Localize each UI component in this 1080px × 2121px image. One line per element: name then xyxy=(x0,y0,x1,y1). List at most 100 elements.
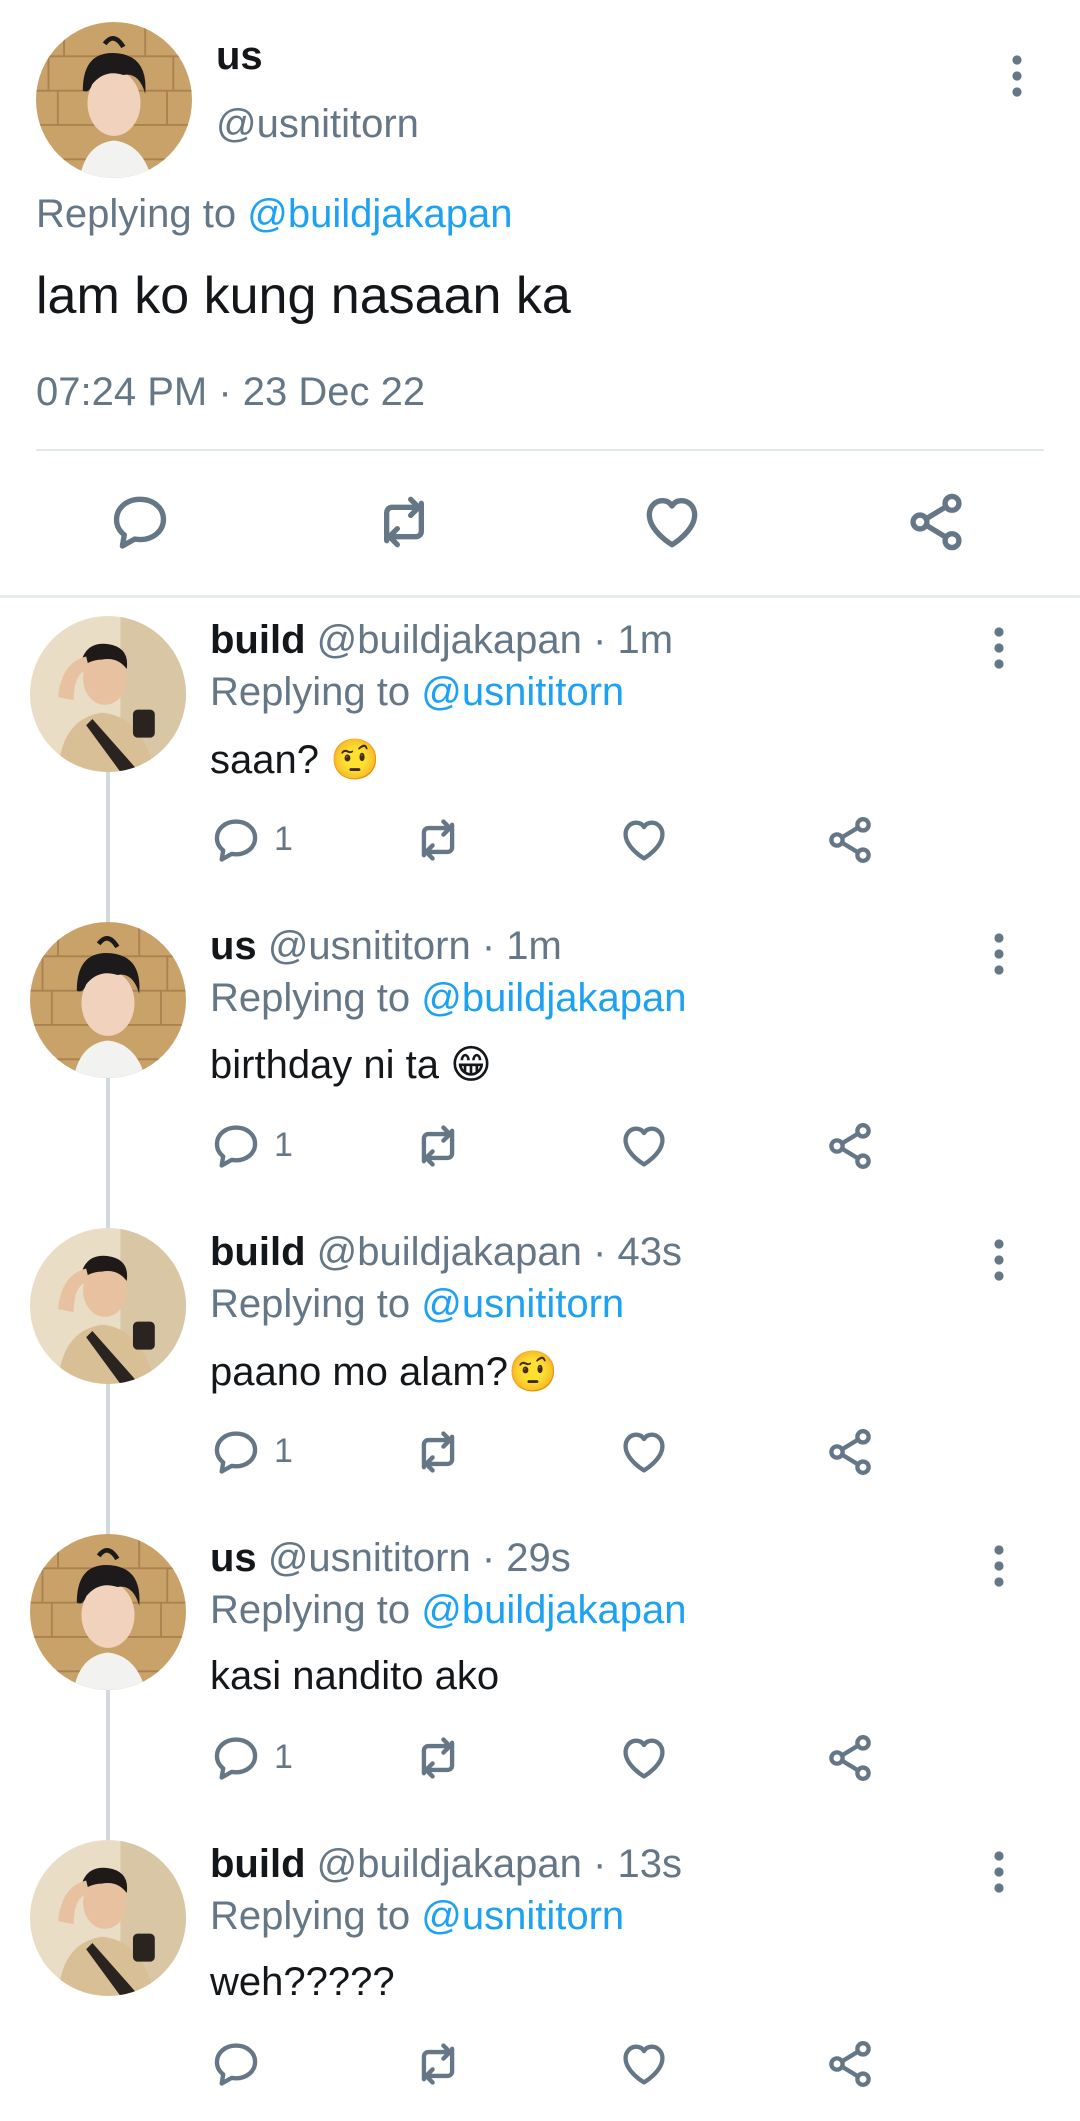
reply-count: 1 xyxy=(274,820,293,858)
author-name[interactable]: build xyxy=(210,1230,306,1274)
author-handle[interactable]: @buildjakapan xyxy=(317,1230,582,1274)
replying-to: Replying to @buildjakapan xyxy=(36,192,512,237)
retweet-icon[interactable] xyxy=(412,1120,464,1172)
reply-icon xyxy=(210,1732,262,1784)
replying-to-label: Replying to xyxy=(210,670,411,714)
mention-link[interactable]: @usnititorn xyxy=(421,1282,624,1326)
reply-time: · 13s xyxy=(593,1842,682,1886)
reply-button[interactable]: 1 xyxy=(210,814,293,866)
author-name[interactable]: build xyxy=(210,1842,306,1886)
retweet-icon[interactable] xyxy=(372,490,436,554)
avatar[interactable] xyxy=(30,1534,186,1690)
avatar[interactable] xyxy=(30,1840,186,1996)
retweet-icon[interactable] xyxy=(412,2038,464,2090)
reply-icon xyxy=(210,2038,262,2090)
replying-to: Replying to @usnititorn xyxy=(210,1894,624,1939)
retweet-icon[interactable] xyxy=(412,814,464,866)
heart-icon[interactable] xyxy=(618,1426,670,1478)
reply-button[interactable] xyxy=(210,2038,262,2090)
section-divider xyxy=(0,595,1080,598)
heart-icon[interactable] xyxy=(618,2038,670,2090)
author-handle[interactable]: @usnititorn xyxy=(268,1536,471,1580)
reply-button[interactable]: 1 xyxy=(210,1426,293,1478)
replying-to: Replying to @buildjakapan xyxy=(210,1588,686,1633)
reply-time: · 1m xyxy=(481,924,562,968)
replying-to: Replying to @buildjakapan xyxy=(210,976,686,1021)
share-icon[interactable] xyxy=(904,490,968,554)
more-vertical-icon[interactable] xyxy=(982,1542,1016,1590)
emoji: 😁 xyxy=(450,1043,492,1087)
more-vertical-icon[interactable] xyxy=(982,930,1016,978)
heart-icon[interactable] xyxy=(618,814,670,866)
author-name[interactable]: us xyxy=(216,34,263,79)
avatar[interactable] xyxy=(36,22,192,178)
mention-link[interactable]: @buildjakapan xyxy=(247,192,512,236)
more-vertical-icon[interactable] xyxy=(982,1236,1016,1284)
share-icon[interactable] xyxy=(824,2038,876,2090)
divider xyxy=(36,449,1044,451)
replying-to-label: Replying to xyxy=(210,1282,411,1326)
reply-tweet[interactable]: us @usnititorn · 29s Replying to @buildj… xyxy=(0,1534,1080,1840)
share-icon[interactable] xyxy=(824,1120,876,1172)
author-handle[interactable]: @buildjakapan xyxy=(317,618,582,662)
avatar[interactable] xyxy=(30,922,186,1078)
author-handle[interactable]: @usnititorn xyxy=(268,924,471,968)
reply-tweet[interactable]: build @buildjakapan · 13s Replying to @u… xyxy=(0,1840,1080,2121)
avatar[interactable] xyxy=(30,1228,186,1384)
reply-count: 1 xyxy=(274,1738,293,1776)
share-icon[interactable] xyxy=(824,1426,876,1478)
reply-text-body: saan? xyxy=(210,738,319,782)
reply-header: us @usnititorn · 1m xyxy=(210,924,562,969)
reply-text: saan? 🤨 xyxy=(210,736,380,783)
more-vertical-icon[interactable] xyxy=(982,624,1016,672)
reply-count: 1 xyxy=(274,1126,293,1164)
more-vertical-icon[interactable] xyxy=(982,1848,1016,1896)
heart-icon[interactable] xyxy=(618,1732,670,1784)
mention-link[interactable]: @usnititorn xyxy=(421,1894,624,1938)
replying-to-label: Replying to xyxy=(210,1588,411,1632)
share-icon[interactable] xyxy=(824,1732,876,1784)
reply-tweet[interactable]: us @usnititorn · 1m Replying to @buildja… xyxy=(0,922,1080,1228)
author-handle[interactable]: @usnititorn xyxy=(216,102,419,147)
heart-icon[interactable] xyxy=(640,490,704,554)
reply-text-body: birthday ni ta xyxy=(210,1043,440,1087)
replying-to: Replying to @usnititorn xyxy=(210,1282,624,1327)
more-vertical-icon[interactable] xyxy=(1000,52,1034,100)
share-icon[interactable] xyxy=(824,814,876,866)
reply-icon xyxy=(210,1426,262,1478)
author-name[interactable]: us xyxy=(210,924,257,968)
retweet-icon[interactable] xyxy=(412,1732,464,1784)
mention-link[interactable]: @buildjakapan xyxy=(421,976,686,1020)
heart-icon[interactable] xyxy=(618,1120,670,1172)
author-handle[interactable]: @buildjakapan xyxy=(317,1842,582,1886)
reply-text: paano mo alam?🤨 xyxy=(210,1348,558,1395)
author-name[interactable]: us xyxy=(210,1536,257,1580)
mention-link[interactable]: @usnititorn xyxy=(421,670,624,714)
avatar[interactable] xyxy=(30,616,186,772)
mention-link[interactable]: @buildjakapan xyxy=(421,1588,686,1632)
replying-to-label: Replying to xyxy=(210,1894,411,1938)
tweet-text: lam ko kung nasaan ka xyxy=(36,267,571,325)
retweet-icon[interactable] xyxy=(412,1426,464,1478)
replying-to-label: Replying to xyxy=(210,976,411,1020)
reply-tweet[interactable]: build @buildjakapan · 43s Replying to @u… xyxy=(0,1228,1080,1534)
replying-to-label: Replying to xyxy=(36,192,237,236)
avatar-image xyxy=(36,22,192,178)
tweet-timestamp[interactable]: 07:24 PM · 23 Dec 22 xyxy=(36,370,425,415)
reply-time: · 1m xyxy=(593,618,674,662)
replying-to: Replying to @usnititorn xyxy=(210,670,624,715)
reply-tweet[interactable]: build @buildjakapan · 1m Replying to @us… xyxy=(0,616,1080,922)
reply-icon xyxy=(210,1120,262,1172)
reply-text: birthday ni ta 😁 xyxy=(210,1042,492,1088)
reply-icon[interactable] xyxy=(108,490,172,554)
reply-text-body: paano mo alam? xyxy=(210,1350,508,1394)
reply-icon xyxy=(210,814,262,866)
reply-text: weh????? xyxy=(210,1960,395,2005)
author-name[interactable]: build xyxy=(210,618,306,662)
reply-button[interactable]: 1 xyxy=(210,1732,293,1784)
reply-text-body: kasi nandito ako xyxy=(210,1654,500,1698)
reply-text-body: weh????? xyxy=(210,1960,395,2004)
reply-button[interactable]: 1 xyxy=(210,1120,293,1172)
reply-time: · 43s xyxy=(593,1230,682,1274)
reply-time: · 29s xyxy=(481,1536,571,1580)
